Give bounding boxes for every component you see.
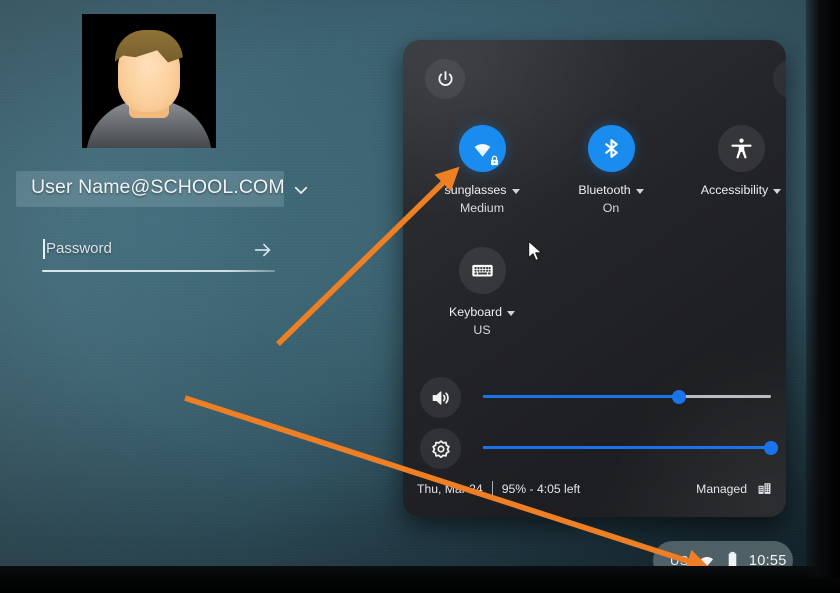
quick-settings-footer: Thu, Mar 24 95% - 4:05 left Managed (403, 481, 786, 503)
avatar[interactable] (82, 14, 216, 148)
footer-status-group: Thu, Mar 24 95% - 4:05 left (417, 481, 580, 497)
volume-up-icon[interactable] (420, 377, 461, 418)
volume-slider-thumb[interactable] (671, 389, 686, 404)
managed-label: Managed (696, 481, 747, 496)
password-placeholder-label: Password (46, 240, 112, 257)
chevron-down-icon[interactable] (507, 310, 516, 316)
volume-slider-fill (483, 395, 679, 398)
volume-slider-track[interactable] (483, 389, 771, 404)
feature-tile-accessibility-label: Accessibility (700, 183, 769, 197)
power-button[interactable] (425, 59, 465, 99)
password-field[interactable]: Password (40, 236, 276, 276)
volume-slider-row[interactable] (403, 377, 786, 421)
text-caret (43, 239, 45, 259)
feature-tile-network-label: sunglasses (444, 183, 507, 197)
feature-tile-keyboard[interactable]: Keyboard US (422, 247, 542, 337)
password-underline (42, 270, 275, 272)
arrow-right-icon[interactable] (252, 239, 274, 261)
chromebook-login-screen-photo: User Name@SCHOOL.COM Password sunglasses… (0, 0, 840, 593)
user-name-label: User Name@SCHOOL.COM (31, 176, 285, 198)
chevron-down-icon[interactable] (635, 188, 644, 194)
quick-settings-panel: sunglasses Medium Bluetooth On Accessibi… (403, 40, 786, 517)
brightness-icon[interactable] (420, 428, 461, 469)
battery-status-label[interactable]: 95% - 4:05 left (502, 482, 581, 496)
brightness-slider-thumb[interactable] (764, 440, 778, 455)
keyboard-icon (458, 247, 506, 294)
wifi-locked-icon (458, 125, 506, 172)
feature-tile-bluetooth-label: Bluetooth (578, 183, 631, 197)
accessibility-icon (717, 125, 765, 172)
feature-tile-accessibility-label-row: Accessibility (681, 183, 786, 197)
feature-tile-bluetooth[interactable]: Bluetooth On (551, 125, 671, 215)
feature-tile-accessibility[interactable]: Accessibility (681, 125, 786, 201)
feature-tile-network-label-row: sunglasses (422, 183, 542, 197)
brightness-slider-track[interactable] (483, 440, 778, 455)
feature-tile-network[interactable]: sunglasses Medium (422, 125, 542, 215)
feature-tile-keyboard-label: Keyboard (448, 305, 503, 319)
feature-tile-bluetooth-sub: On (602, 201, 620, 215)
feature-tile-network-sub: Medium (459, 201, 505, 215)
footer-divider (491, 481, 493, 497)
brightness-slider-fill (483, 446, 771, 449)
chevron-down-icon[interactable] (292, 181, 310, 199)
date-label[interactable]: Thu, Mar 24 (417, 482, 483, 496)
managed-status-group[interactable]: Managed (696, 481, 772, 496)
collapse-button[interactable] (773, 59, 786, 99)
brightness-slider-row[interactable] (403, 428, 786, 472)
laptop-bezel-right (806, 0, 840, 578)
feature-tile-keyboard-label-row: Keyboard (422, 305, 542, 319)
laptop-bezel-bottom (0, 566, 840, 593)
feature-tile-keyboard-sub: US (473, 323, 491, 337)
enterprise-building-icon (757, 481, 772, 496)
user-name-row: User Name@SCHOOL.COM (14, 171, 314, 211)
bluetooth-icon (587, 125, 635, 172)
chevron-down-icon[interactable] (511, 188, 520, 194)
feature-tile-bluetooth-label-row: Bluetooth (551, 183, 671, 197)
chevron-down-icon[interactable] (773, 188, 782, 194)
